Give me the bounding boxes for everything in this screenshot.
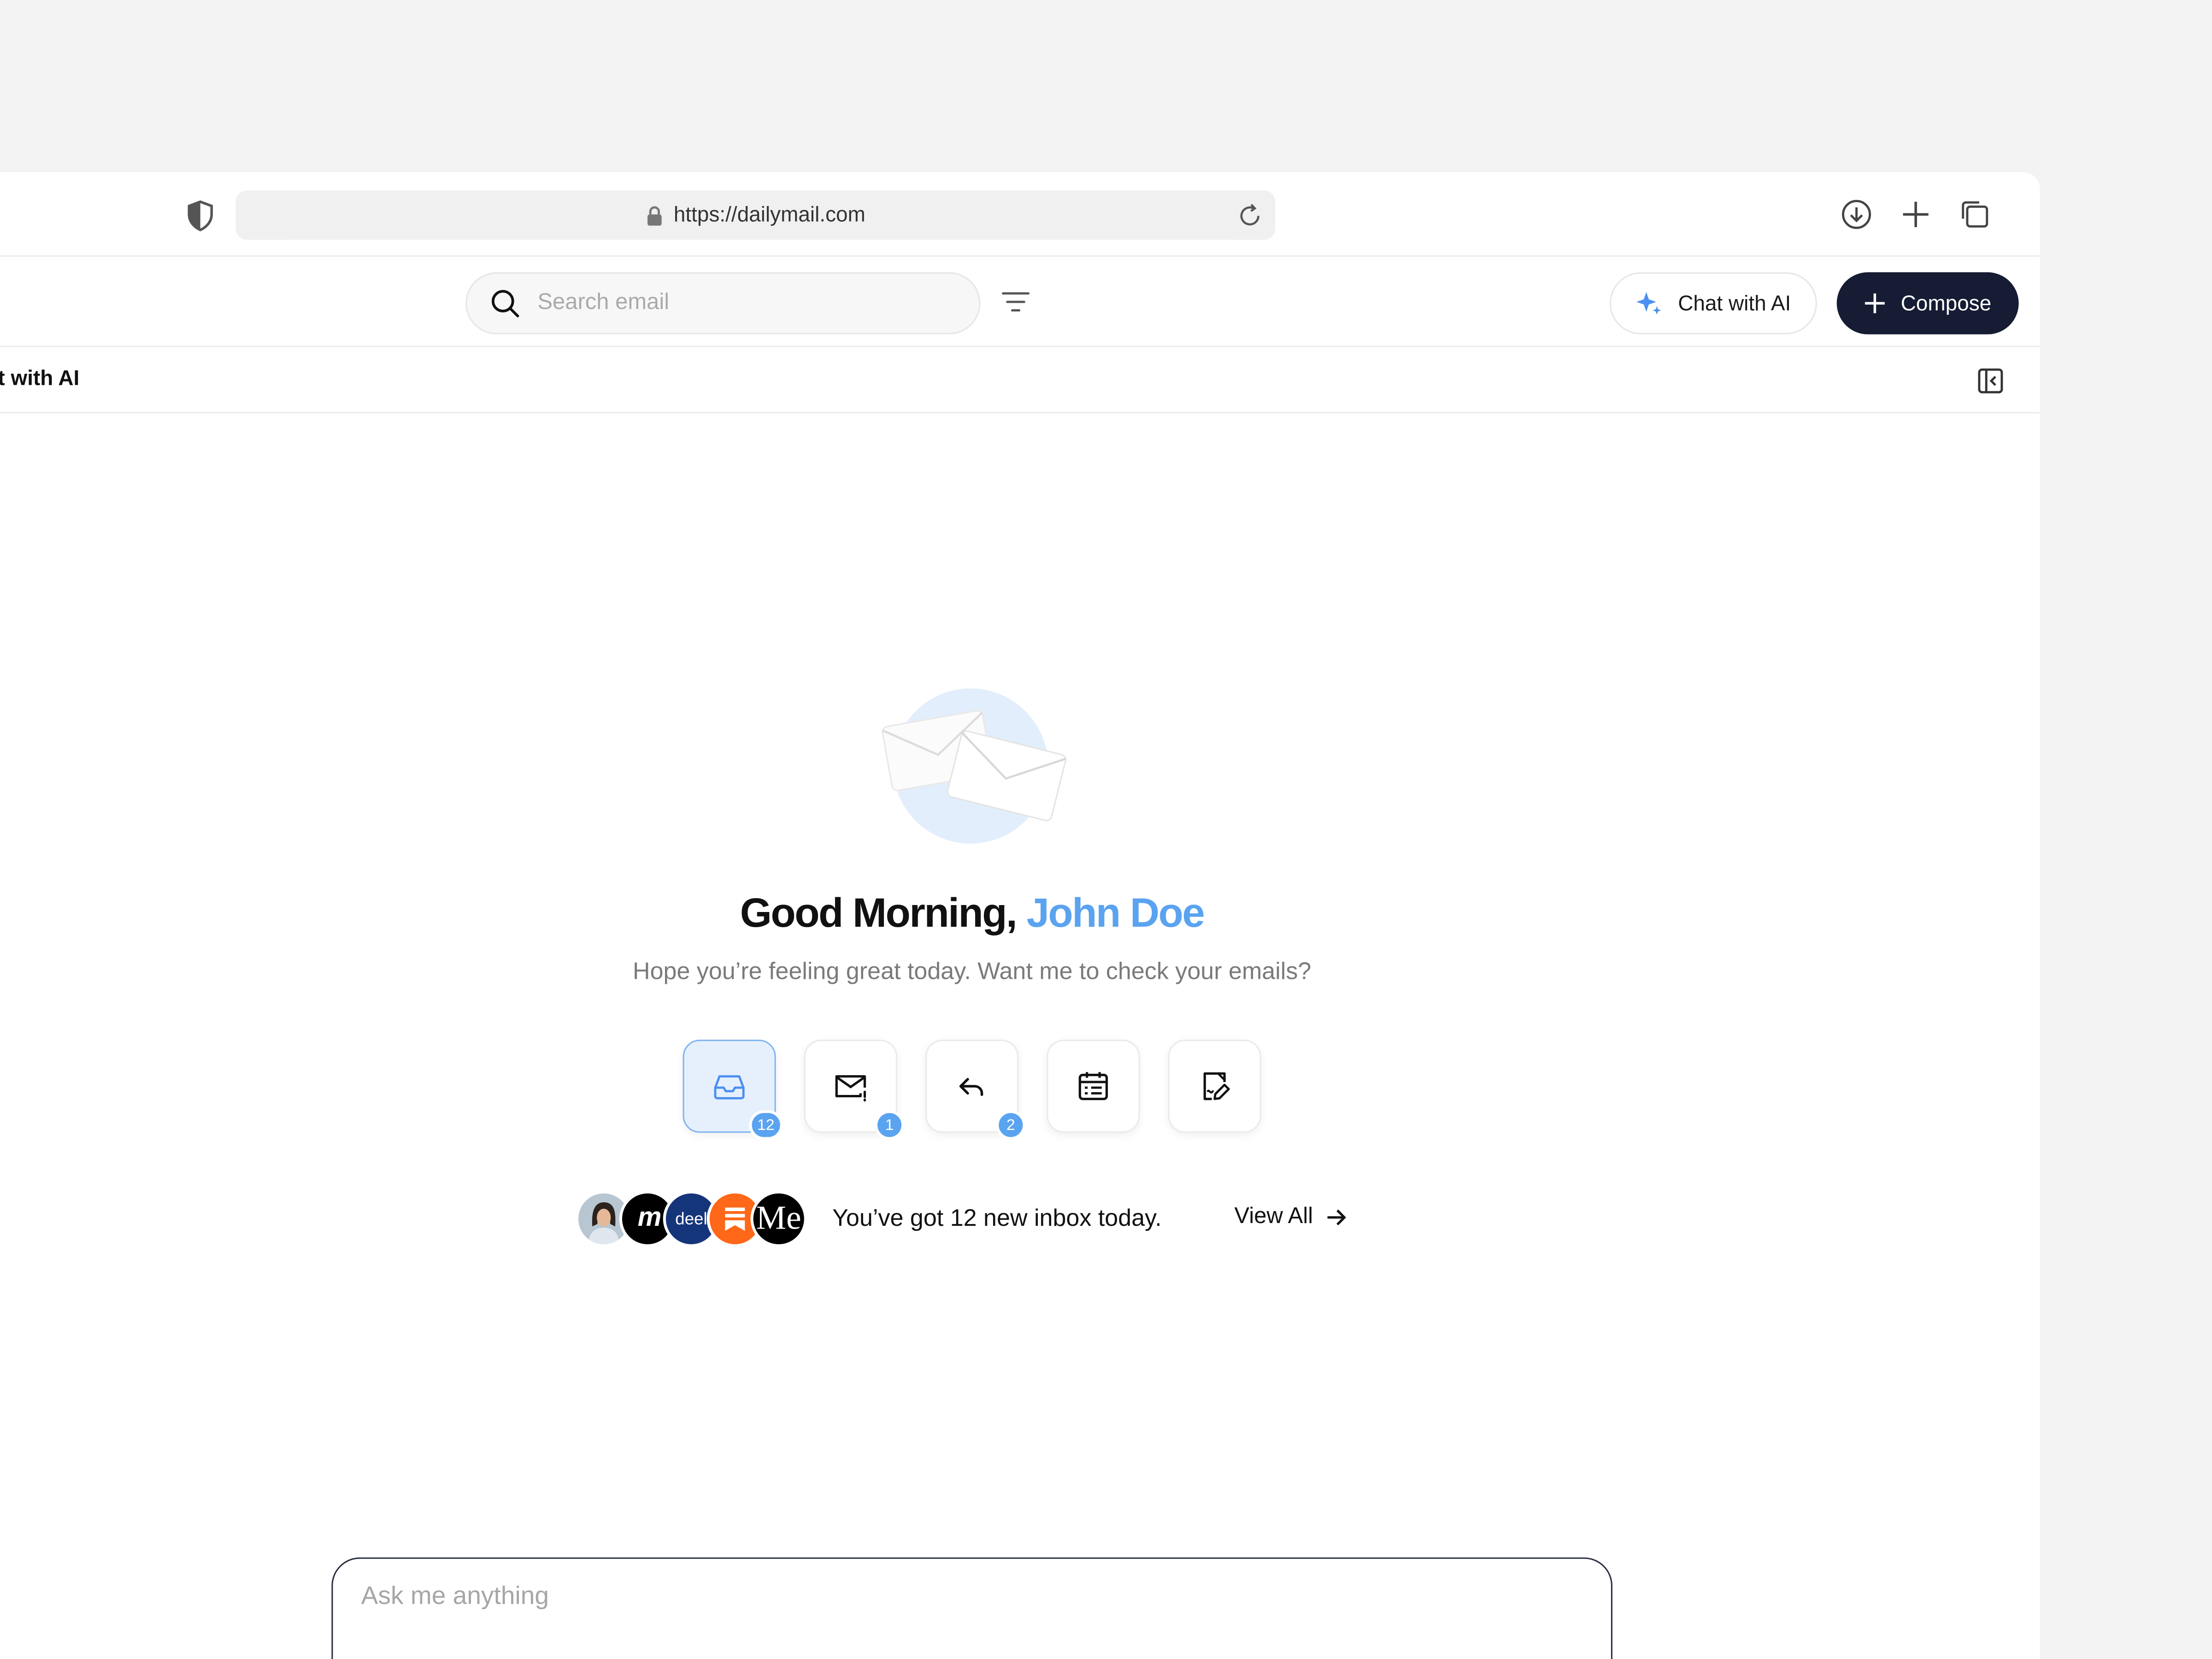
chat-with-ai-label: Chat with AI: [1678, 291, 1791, 316]
plus-icon: [1865, 293, 1885, 313]
deel-logo: deel: [675, 1209, 707, 1229]
arrow-right-icon: [1327, 1209, 1346, 1225]
url-text: https://dailymail.com: [673, 203, 865, 227]
lock-icon: [647, 206, 661, 225]
replies-tile[interactable]: 2: [925, 1040, 1026, 1140]
important-mail-tile[interactable]: 1: [804, 1040, 905, 1140]
inbox-summary: m deel Me You’ve got 12 new inbox today.: [575, 1190, 1365, 1247]
browser-toolbar: https://dailymail.com: [0, 172, 2040, 257]
compose-label: Compose: [1900, 291, 1992, 316]
reload-icon[interactable]: [1236, 202, 1264, 230]
inbox-summary-text: You’ve got 12 new inbox today.: [832, 1205, 1162, 1232]
inbox-count-badge: 12: [748, 1110, 783, 1140]
browser-actions: [1840, 198, 1992, 231]
greeting-subtext: Hope you’re feeling great today. Want me…: [632, 958, 1312, 985]
search-input[interactable]: [537, 290, 933, 316]
sender-avatar-medium[interactable]: Me: [750, 1190, 807, 1247]
document-edit-icon: [1203, 1072, 1230, 1100]
new-tab-icon[interactable]: [1899, 198, 1932, 231]
inbox-icon: [714, 1075, 745, 1100]
download-icon[interactable]: [1840, 198, 1873, 231]
important-count-badge: 1: [874, 1110, 905, 1140]
medium-logo: Me: [756, 1200, 801, 1237]
replies-count-badge: 2: [996, 1110, 1026, 1140]
greeting-prefix: Good Morning,: [740, 891, 1018, 937]
user-name: John Doe: [1026, 891, 1205, 937]
drafts-tile[interactable]: [1168, 1040, 1261, 1133]
envelopes-illustration: [882, 688, 1067, 844]
stage: https://dailymail.com Search email Chat …: [0, 0, 2212, 1659]
collapse-panel-icon[interactable]: [1977, 367, 2005, 395]
chat-with-ai-button[interactable]: Chat with AI: [1609, 272, 1817, 335]
panel-title: hat with AI: [0, 366, 80, 391]
tabs-icon[interactable]: [1958, 198, 1992, 231]
sender-avatars: m deel Me: [575, 1190, 808, 1247]
greeting-heading: Good Morning, John Doe: [0, 892, 1944, 938]
quick-actions: 12 1 2: [682, 1040, 1261, 1140]
browser-window: https://dailymail.com Search email Chat …: [0, 172, 2040, 1659]
search-icon: [491, 290, 519, 318]
address-bar[interactable]: https://dailymail.com: [235, 190, 1276, 240]
inbox-tile[interactable]: 12: [682, 1040, 783, 1140]
chat-subheader: hat with AI: [0, 347, 2040, 413]
view-all-link[interactable]: View All: [1235, 1205, 1347, 1230]
view-all-label: View All: [1234, 1205, 1313, 1229]
ask-box: [331, 1557, 1612, 1659]
m-logo-icon: m: [637, 1203, 662, 1233]
sparkle-icon: [1637, 292, 1662, 315]
substack-logo-icon: [725, 1207, 745, 1231]
compose-button[interactable]: Compose: [1836, 272, 2019, 335]
shield-icon[interactable]: [186, 200, 214, 231]
filter-icon[interactable]: [1000, 286, 1031, 317]
reply-icon: [959, 1078, 983, 1096]
calendar-icon: [1078, 1072, 1108, 1100]
search-box[interactable]: [465, 272, 981, 335]
calendar-tile[interactable]: [1047, 1040, 1140, 1133]
app-header: Chat with AI Compose: [0, 258, 2040, 347]
mail-alert-icon: [835, 1075, 866, 1102]
ask-input[interactable]: [361, 1581, 1575, 1638]
